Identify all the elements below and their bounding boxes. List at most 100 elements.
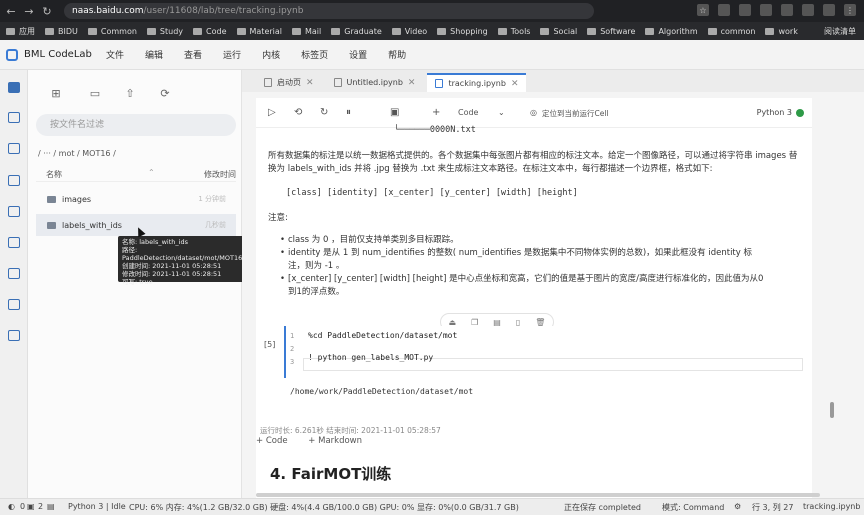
- tab-tracking[interactable]: tracking.ipynb ✕: [427, 73, 527, 92]
- add-cell-icon[interactable]: +: [432, 107, 440, 118]
- menu-file[interactable]: 文件: [106, 48, 124, 61]
- kernel-state[interactable]: Python 3 | Idle: [68, 502, 126, 511]
- menu-edit[interactable]: 编辑: [145, 48, 163, 61]
- close-icon[interactable]: ✕: [511, 79, 519, 89]
- extension-icon[interactable]: [718, 4, 730, 16]
- apps-icon: [6, 27, 15, 35]
- tab-untitled[interactable]: Untitled.ipynb ✕: [326, 73, 424, 92]
- reload-icon[interactable]: ↻: [40, 4, 54, 18]
- save-icon[interactable]: ▣: [390, 107, 399, 118]
- file-name: labels_with_ids: [62, 220, 122, 230]
- bookmark-folder[interactable]: work: [765, 27, 798, 36]
- running-icon[interactable]: [8, 143, 20, 154]
- menu-run[interactable]: 运行: [223, 48, 241, 61]
- extension-icon[interactable]: [781, 4, 793, 16]
- cell-type-select[interactable]: Code: [458, 108, 478, 117]
- forward-icon[interactable]: →: [22, 4, 36, 18]
- address-bar[interactable]: naas.baidu.com/user/11608/lab/tree/track…: [64, 3, 594, 19]
- bookmark-folder[interactable]: Algorithm: [645, 27, 698, 36]
- bookmark-folder[interactable]: Software: [587, 27, 635, 36]
- star-icon[interactable]: ☆: [697, 4, 709, 16]
- restart-run-icon[interactable]: ⟲: [294, 107, 302, 118]
- bookmark-apps[interactable]: 应用: [6, 26, 35, 37]
- file-row[interactable]: images 1 分钟前: [36, 188, 236, 210]
- simple-mode-toggle[interactable]: ◐: [8, 502, 15, 511]
- settings-icon[interactable]: [8, 330, 20, 341]
- tab-launcher[interactable]: 启动页 ✕: [256, 73, 322, 92]
- bookmark-folder[interactable]: Common: [87, 27, 137, 36]
- folder-icon: [292, 27, 301, 35]
- puzzle-icon[interactable]: [823, 4, 835, 16]
- extension-icon[interactable]: [802, 4, 814, 16]
- run-icon[interactable]: ▷: [268, 107, 276, 118]
- back-icon[interactable]: ←: [4, 4, 18, 18]
- bookmark-folder[interactable]: Graduate: [331, 27, 382, 36]
- vertical-scrollbar[interactable]: [830, 402, 834, 418]
- bookmark-folder[interactable]: Mail: [292, 27, 321, 36]
- folder-icon: [497, 27, 507, 35]
- new-launcher-icon[interactable]: ⊞: [50, 88, 62, 99]
- menu-kernel[interactable]: 内核: [262, 48, 280, 61]
- bookmark-folder[interactable]: Material: [236, 27, 282, 36]
- horizontal-scrollbar[interactable]: [256, 493, 820, 497]
- paragraph-line: 换为 labels_with_ids 并将 .jpg 替换为 .txt 来生成标…: [268, 164, 713, 174]
- column-name[interactable]: 名称: [46, 169, 62, 180]
- bookmark-folder[interactable]: Social: [540, 27, 577, 36]
- folder-icon: [193, 27, 203, 35]
- menu-icon[interactable]: ⋮: [844, 4, 856, 16]
- extensions-icon[interactable]: [8, 237, 20, 248]
- cell-output: /home/work/PaddleDetection/dataset/mot: [290, 387, 474, 396]
- restart-icon[interactable]: ↻: [320, 107, 328, 118]
- menu-tabs[interactable]: 标签页: [301, 48, 328, 61]
- extension-icon[interactable]: [760, 4, 772, 16]
- interrupt-icon[interactable]: ⏸: [346, 107, 351, 118]
- bookmarks-bar: 应用 BIDU Common Study Code Material Mail …: [0, 22, 864, 40]
- sort-icon[interactable]: ⌃: [148, 168, 155, 177]
- document-icon[interactable]: [8, 112, 20, 123]
- folder-icon: [331, 27, 341, 35]
- kernel-count[interactable]: 2: [38, 502, 43, 511]
- code-cell[interactable]: [5] 1 %cd PaddleDetection/dataset/mot 2 …: [256, 326, 812, 414]
- add-markdown-button[interactable]: + Markdown: [308, 436, 362, 446]
- bookmark-folder[interactable]: Shopping: [437, 27, 488, 36]
- menu-help[interactable]: 帮助: [388, 48, 406, 61]
- bullet-icon: •: [280, 248, 286, 258]
- toolbox-icon[interactable]: [8, 175, 20, 186]
- bookmark-folder[interactable]: Study: [146, 27, 183, 36]
- extension-icon[interactable]: [739, 4, 751, 16]
- run-info: 运行时长: 6.261秒 结束时间: 2021-11-01 05:28:57: [260, 426, 441, 435]
- bookmark-folder[interactable]: Video: [391, 27, 427, 36]
- locate-running-cell[interactable]: 定位到当前运行Cell: [542, 108, 609, 119]
- cursor-position[interactable]: 行 3, 列 27: [752, 502, 793, 513]
- menu-settings[interactable]: 设置: [349, 48, 367, 61]
- refresh-icon[interactable]: ⟳: [159, 88, 171, 99]
- notebook-icon: [435, 79, 444, 88]
- line-number: 2: [290, 345, 295, 353]
- terminal-count[interactable]: 0: [20, 502, 25, 511]
- settings-icon[interactable]: ⚙: [734, 502, 741, 511]
- breadcrumb[interactable]: / ··· / mot / MOT16 /: [38, 149, 116, 158]
- tools-icon[interactable]: [8, 299, 20, 310]
- resource-usage: CPU: 6% 内存: 4%(1.2 GB/32.0 GB) 硬盘: 4%(4.…: [129, 503, 519, 512]
- bookmark-folder[interactable]: Tools: [497, 27, 530, 36]
- upload-icon[interactable]: ⇧: [124, 88, 136, 99]
- bookmark-folder[interactable]: Code: [193, 27, 227, 36]
- close-icon[interactable]: ✕: [408, 78, 416, 88]
- file-filter-input[interactable]: 按文件名过滤: [36, 114, 236, 136]
- menu-view[interactable]: 查看: [184, 48, 202, 61]
- folder-icon[interactable]: [8, 82, 20, 93]
- bookmark-folder[interactable]: BIDU: [45, 27, 78, 36]
- locate-icon[interactable]: ◎: [530, 108, 537, 117]
- reading-list[interactable]: 阅读清单: [824, 26, 856, 37]
- bookmark-folder[interactable]: common: [707, 27, 755, 36]
- column-modified[interactable]: 修改时间: [204, 169, 236, 180]
- new-folder-icon[interactable]: ▭: [89, 88, 101, 99]
- label-format: [class] [identity] [x_center] [y_center]…: [286, 188, 578, 198]
- layers-icon[interactable]: [8, 268, 20, 279]
- folder-icon: [45, 27, 54, 35]
- kernel-name[interactable]: Python 3: [757, 108, 792, 117]
- inbox-icon[interactable]: [8, 206, 20, 217]
- close-icon[interactable]: ✕: [306, 78, 314, 88]
- add-code-button[interactable]: + Code: [256, 436, 288, 446]
- chevron-down-icon[interactable]: ⌄: [498, 108, 505, 117]
